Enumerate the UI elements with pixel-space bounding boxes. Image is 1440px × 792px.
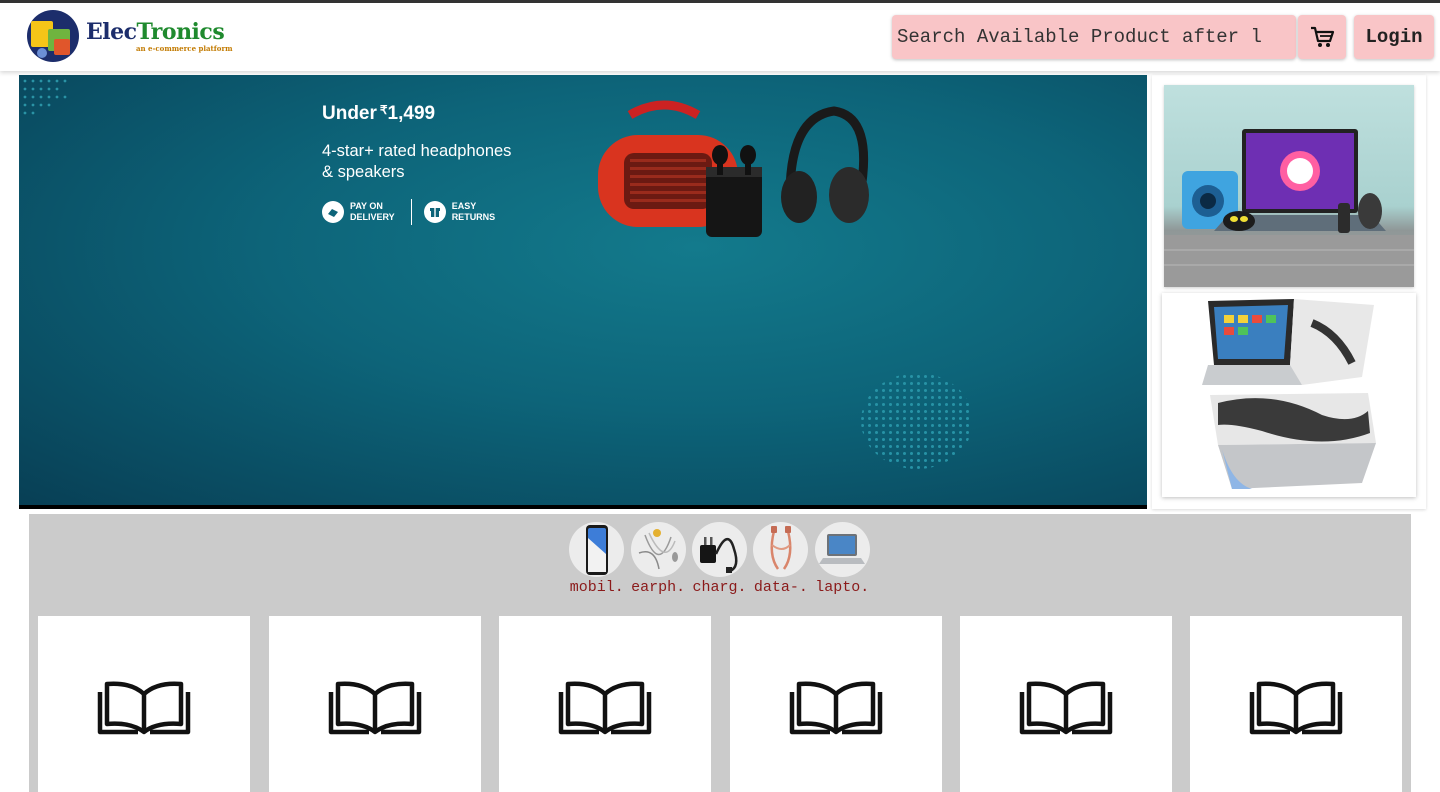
site-logo[interactable]: ElecTronics an e-commerce platform	[26, 9, 246, 65]
data-cable-icon	[770, 525, 792, 570]
product-card[interactable]	[730, 616, 942, 792]
mobile-icon	[585, 524, 608, 575]
logo-badge-icon	[27, 10, 79, 62]
book-open-icon	[97, 681, 191, 735]
cart-button[interactable]	[1298, 15, 1346, 59]
book-open-icon	[1019, 681, 1113, 735]
logo-title: ElecTronics	[86, 19, 225, 45]
side-promo-panel	[1152, 75, 1426, 509]
product-card[interactable]	[269, 616, 481, 792]
earphones-icon	[638, 528, 679, 569]
headphones-speaker-image	[598, 100, 869, 237]
logo-tagline: an e-commerce platform	[136, 44, 233, 53]
category-row: mobil. earph. charg. data-. lapto.	[566, 522, 873, 596]
category-earphones[interactable]: earph.	[627, 522, 688, 596]
category-data-cable[interactable]: data-.	[750, 522, 811, 596]
laptop-accessories-image	[1164, 129, 1414, 287]
side-promo-laptop-skins[interactable]	[1162, 293, 1416, 497]
product-card[interactable]	[960, 616, 1172, 792]
search-input[interactable]: Search Available Product after l	[892, 15, 1296, 59]
delivery-icon	[328, 209, 338, 217]
badge-divider	[410, 199, 412, 225]
hero-headline-2: & speakers	[322, 163, 405, 181]
category-laptop[interactable]: lapto.	[812, 522, 873, 596]
pay-on-delivery-badge: PAY ON DELIVERY	[322, 201, 395, 223]
cart-icon	[1311, 26, 1335, 47]
side-promo-laptop-accessories[interactable]	[1164, 85, 1414, 287]
charger-icon	[700, 536, 738, 573]
login-button[interactable]: Login	[1354, 15, 1434, 59]
book-open-icon	[328, 681, 422, 735]
category-section: mobil. earph. charg. data-. lapto.	[29, 514, 1411, 792]
hero-price: Under ₹1,499	[322, 103, 436, 124]
easy-returns-badge: EASY RETURNS	[423, 201, 495, 223]
book-open-icon	[1249, 681, 1343, 735]
dot-pattern-decoration	[861, 373, 973, 469]
laptop-skins-image	[1202, 299, 1376, 489]
returns-box-icon	[429, 208, 440, 217]
category-charger[interactable]: charg.	[689, 522, 750, 596]
product-card[interactable]	[1190, 616, 1402, 792]
book-open-icon	[789, 681, 883, 735]
category-mobile[interactable]: mobil.	[566, 522, 627, 596]
hero-badges: PAY ON DELIVERY EASY RETURNS	[322, 199, 495, 225]
top-header: ElecTronics an e-commerce platform Searc…	[0, 0, 1440, 71]
laptop-icon	[819, 533, 866, 564]
product-card[interactable]	[499, 616, 711, 792]
hero-banner[interactable]: Under ₹1,499 4-star+ rated headphones & s…	[19, 75, 1147, 509]
book-open-icon	[558, 681, 652, 735]
dot-pattern-decoration	[23, 79, 67, 115]
hero-headline-1: 4-star+ rated headphones	[322, 142, 512, 160]
product-card[interactable]	[38, 616, 250, 792]
